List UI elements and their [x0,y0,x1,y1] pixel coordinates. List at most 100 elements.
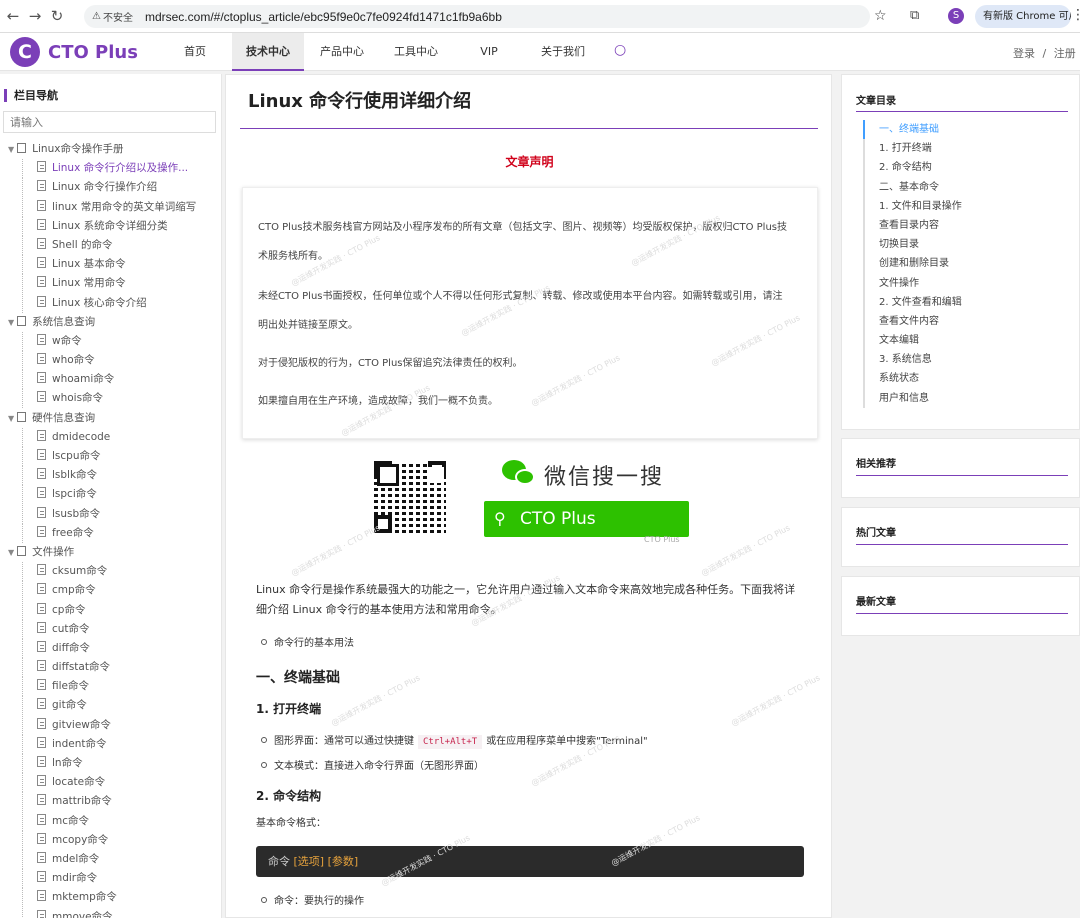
logo-text[interactable]: CTO Plus [48,42,138,63]
tree-item[interactable]: w命令 [0,331,221,351]
gui-text: 图形界面：通常可以通过快捷键 [274,736,414,747]
tree-item[interactable]: lspci命令 [0,485,221,505]
reload-icon[interactable]: ↻ [46,7,68,25]
tree-folder[interactable]: ▼ 文件操作 [0,543,221,562]
tree-item[interactable]: mattrib命令 [0,792,221,812]
tree-item[interactable]: Linux 基本命令 [0,255,221,275]
caret-down-icon[interactable]: ▼ [8,414,14,423]
profile-avatar[interactable]: S [948,8,964,24]
tree-item[interactable]: mmove命令 [0,907,221,918]
nav-tech-center[interactable]: 技术中心 [232,33,304,71]
browser-toolbar: ← → ↻ ⚠ 不安全 mdrsec.com/#/ctoplus_article… [0,0,1080,33]
forward-icon[interactable]: → [24,7,46,25]
sidebar-search-input[interactable] [3,111,216,133]
menu-kebab-icon[interactable]: ⋮ [1071,7,1080,23]
tree-item[interactable]: free命令 [0,523,221,543]
address-bar[interactable]: ⚠ 不安全 mdrsec.com/#/ctoplus_article/ebc95… [84,5,870,28]
nav-tools[interactable]: 工具中心 [388,33,444,71]
tree-item[interactable]: diff命令 [0,638,221,658]
login-link[interactable]: 登录 [1013,47,1035,60]
tree-item[interactable]: mdir命令 [0,869,221,889]
tree-item[interactable]: whois命令 [0,389,221,409]
document-icon [37,449,46,460]
watermark: @运维开发实践 · CTO Plus [729,673,822,728]
toc-item[interactable]: 查看文件内容 [865,312,1073,331]
toc-item[interactable]: 一、终端基础 [863,120,1073,140]
chrome-update-button[interactable]: 有新版 Chrome 可用 [975,5,1071,28]
toc-item[interactable]: 文件操作 [865,274,1073,293]
hot-divider [856,544,1068,545]
tree-item-label: lspci命令 [52,488,97,501]
tree-item[interactable]: lsusb命令 [0,504,221,524]
tree-item[interactable]: Linux 常用命令 [0,274,221,294]
tree-item[interactable]: Linux 系统命令详细分类 [0,216,221,236]
register-link[interactable]: 注册 [1054,47,1076,60]
code-block: 命令 [选项] [参数] [256,846,804,877]
tree-item[interactable]: Shell 的命令 [0,235,221,255]
tree-item[interactable]: mc命令 [0,811,221,831]
tree-item[interactable]: mktemp命令 [0,888,221,908]
tree-item[interactable]: cksum命令 [0,562,221,582]
tree-item[interactable]: lscpu命令 [0,447,221,466]
tree-item-label: ln命令 [52,757,83,769]
tree-item[interactable]: linux 常用命令的英文单词缩写 [0,197,221,217]
toc-item[interactable]: 1. 文件和目录操作 [865,197,1073,216]
tree-item[interactable]: git命令 [0,696,221,716]
toc-item[interactable]: 系统状态 [865,369,1073,388]
document-icon [37,468,46,480]
heading-command-structure: 2. 命令结构 [256,789,322,803]
tree-item[interactable]: diffstat命令 [0,658,221,678]
toc-item[interactable]: 创建和删除目录 [865,254,1073,273]
tree-folder-label: 硬件信息查询 [32,411,96,424]
nav-home[interactable]: 首页 [172,33,218,71]
nav-about[interactable]: 关于我们 [534,33,592,71]
tree-item[interactable]: cp命令 [0,600,221,620]
document-icon [37,487,46,499]
toc-item[interactable]: 1. 打开终端 [865,139,1073,158]
tree-item[interactable]: gitview命令 [0,715,221,735]
tree-item[interactable]: Linux 核心命令介绍 [0,293,221,313]
bookmark-star-icon[interactable]: ☆ [874,8,887,24]
caret-down-icon[interactable]: ▼ [8,145,14,154]
search-icon[interactable]: ○ [614,42,626,58]
tree-item[interactable]: indent命令 [0,734,221,754]
document-icon [37,391,46,403]
wechat-icon-bubble [515,469,535,485]
tree-item[interactable]: mcopy命令 [0,830,221,850]
logo-icon[interactable]: C [10,37,40,67]
tree-item[interactable]: cmp命令 [0,581,221,601]
back-icon[interactable]: ← [2,7,24,25]
security-label[interactable]: 不安全 [103,9,133,24]
toc-item[interactable]: 查看目录内容 [865,216,1073,235]
tree-folder[interactable]: ▼ 硬件信息查询 [0,409,221,428]
extensions-icon[interactable]: ⧉ [910,8,919,23]
tree-item[interactable]: lsblk命令 [0,466,221,486]
toc-item[interactable]: 用户和信息 [865,389,1073,408]
tree-item[interactable]: mdel命令 [0,849,221,869]
tree-item[interactable]: whoami命令 [0,370,221,390]
nav-vip[interactable]: VIP [470,33,508,71]
tree-item[interactable]: file命令 [0,677,221,697]
tree-item-label: Linux 常用命令 [52,277,126,290]
warning-icon[interactable]: ⚠ [92,11,101,22]
tree-folder[interactable]: ▼ 系统信息查询 [0,313,221,332]
toc-item[interactable]: 文本编辑 [865,331,1073,350]
tree-item[interactable]: cut命令 [0,619,221,639]
tree-item[interactable]: Linux 命令行操作介绍 [0,178,221,198]
toc-item[interactable]: 2. 命令结构 [865,158,1073,177]
toc-item[interactable]: 2. 文件查看和编辑 [865,293,1073,312]
nav-tree: ▼ Linux命令操作手册 Linux 命令行介绍以及操作... Linux 命令行操… [0,140,221,918]
tree-item[interactable]: dmidecode [0,427,221,447]
toc-item[interactable]: 切换目录 [865,235,1073,254]
tree-folder[interactable]: ▼ Linux命令操作手册 [0,140,221,159]
tree-item[interactable]: Linux 命令行介绍以及操作... [0,159,221,179]
caret-down-icon[interactable]: ▼ [8,318,14,327]
toc-item[interactable]: 3. 系统信息 [865,350,1073,369]
tree-item[interactable]: ln命令 [0,754,221,773]
url-text[interactable]: mdrsec.com/#/ctoplus_article/ebc95f9e0c7… [145,10,502,24]
toc-item[interactable]: 二、基本命令 [865,178,1073,197]
caret-down-icon[interactable]: ▼ [8,548,14,557]
tree-item[interactable]: locate命令 [0,773,221,793]
tree-item[interactable]: who命令 [0,351,221,371]
nav-products[interactable]: 产品中心 [314,33,370,71]
